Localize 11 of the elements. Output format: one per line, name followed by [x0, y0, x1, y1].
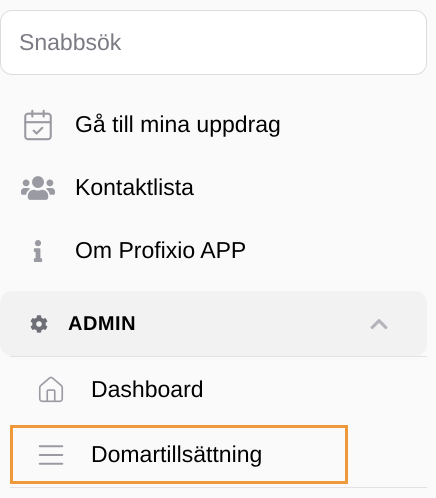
admin-menu-item[interactable]: Domartillsättning	[10, 425, 348, 484]
gear-icon	[30, 314, 48, 332]
menu-item[interactable]: Gå till mina uppdrag	[75, 107, 281, 142]
calendar-check-icon	[21, 108, 55, 142]
admin-section-header[interactable]: ADMIN	[0, 291, 427, 356]
home-icon	[36, 374, 66, 404]
menu-item[interactable]: Om Profixio APP	[75, 233, 246, 268]
admin-menu-item[interactable]: Dashboard	[10, 360, 348, 419]
search-field[interactable]: Snabbsök	[0, 10, 427, 75]
section-title: ADMIN	[68, 312, 136, 336]
menu-item[interactable]: Kontaktlista	[75, 170, 194, 205]
